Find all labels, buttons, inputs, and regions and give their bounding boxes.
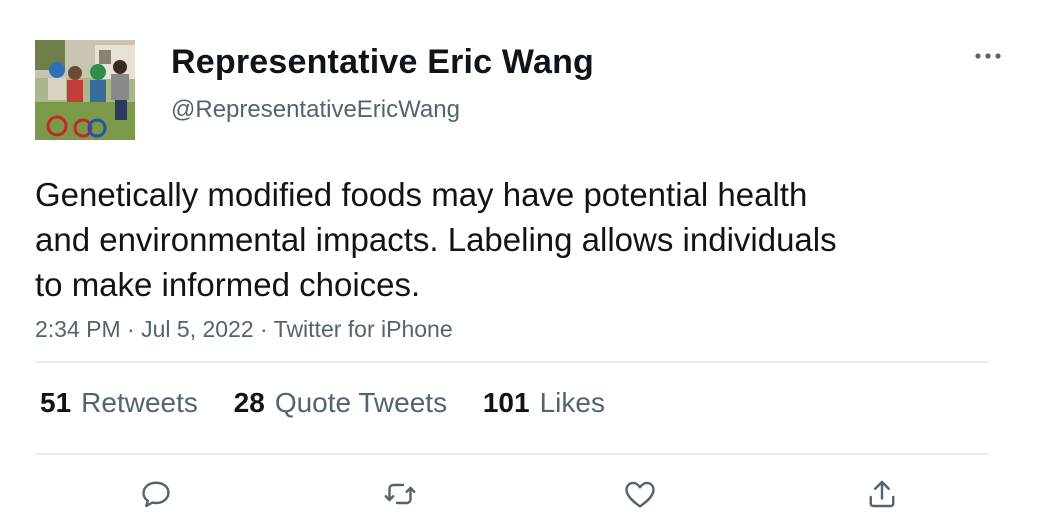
tweet-text-line: and environmental impacts. Labeling allo…	[35, 221, 837, 258]
reply-icon	[142, 481, 170, 508]
retweet-icon	[384, 483, 416, 505]
tweet-stats: 51 Retweets 28 Quote Tweets 101 Likes	[40, 387, 633, 419]
quote-tweets-count: 28	[233, 387, 265, 418]
like-button[interactable]	[620, 474, 660, 514]
meta-separator: ·	[253, 316, 274, 342]
meta-separator: ·	[120, 316, 142, 342]
likes-stat[interactable]: 101 Likes	[483, 387, 605, 419]
more-options-button[interactable]	[968, 44, 1008, 68]
tweet-source[interactable]: Twitter for iPhone	[274, 316, 453, 342]
quote-tweets-stat[interactable]: 28 Quote Tweets	[234, 387, 447, 419]
share-icon	[869, 480, 895, 508]
heart-icon	[625, 481, 655, 508]
tweet-metadata: 2:34 PM · Jul 5, 2022 · Twitter for iPho…	[35, 316, 453, 343]
retweets-label: Retweets	[81, 387, 198, 418]
tweet-text-line: Genetically modified foods may have pote…	[35, 176, 808, 213]
more-horizontal-icon	[975, 53, 1001, 59]
divider	[35, 361, 989, 363]
tweet-date[interactable]: Jul 5, 2022	[141, 316, 254, 342]
author-avatar[interactable]	[35, 40, 135, 140]
tweet-text-line: to make informed choices.	[35, 266, 421, 303]
reply-button[interactable]	[136, 474, 176, 514]
author-handle[interactable]: @RepresentativeEricWang	[171, 96, 460, 124]
divider	[35, 453, 989, 455]
quote-tweets-label: Quote Tweets	[274, 387, 448, 418]
likes-label: Likes	[539, 387, 605, 418]
retweets-count: 51	[40, 387, 72, 418]
tweet-time[interactable]: 2:34 PM	[35, 316, 121, 342]
share-button[interactable]	[862, 474, 902, 514]
retweets-stat[interactable]: 51 Retweets	[40, 387, 198, 419]
retweet-button[interactable]	[380, 474, 420, 514]
author-display-name[interactable]: Representative Eric Wang	[171, 43, 594, 82]
likes-count: 101	[482, 387, 530, 418]
tweet-text: Genetically modified foods may have pote…	[35, 172, 935, 307]
